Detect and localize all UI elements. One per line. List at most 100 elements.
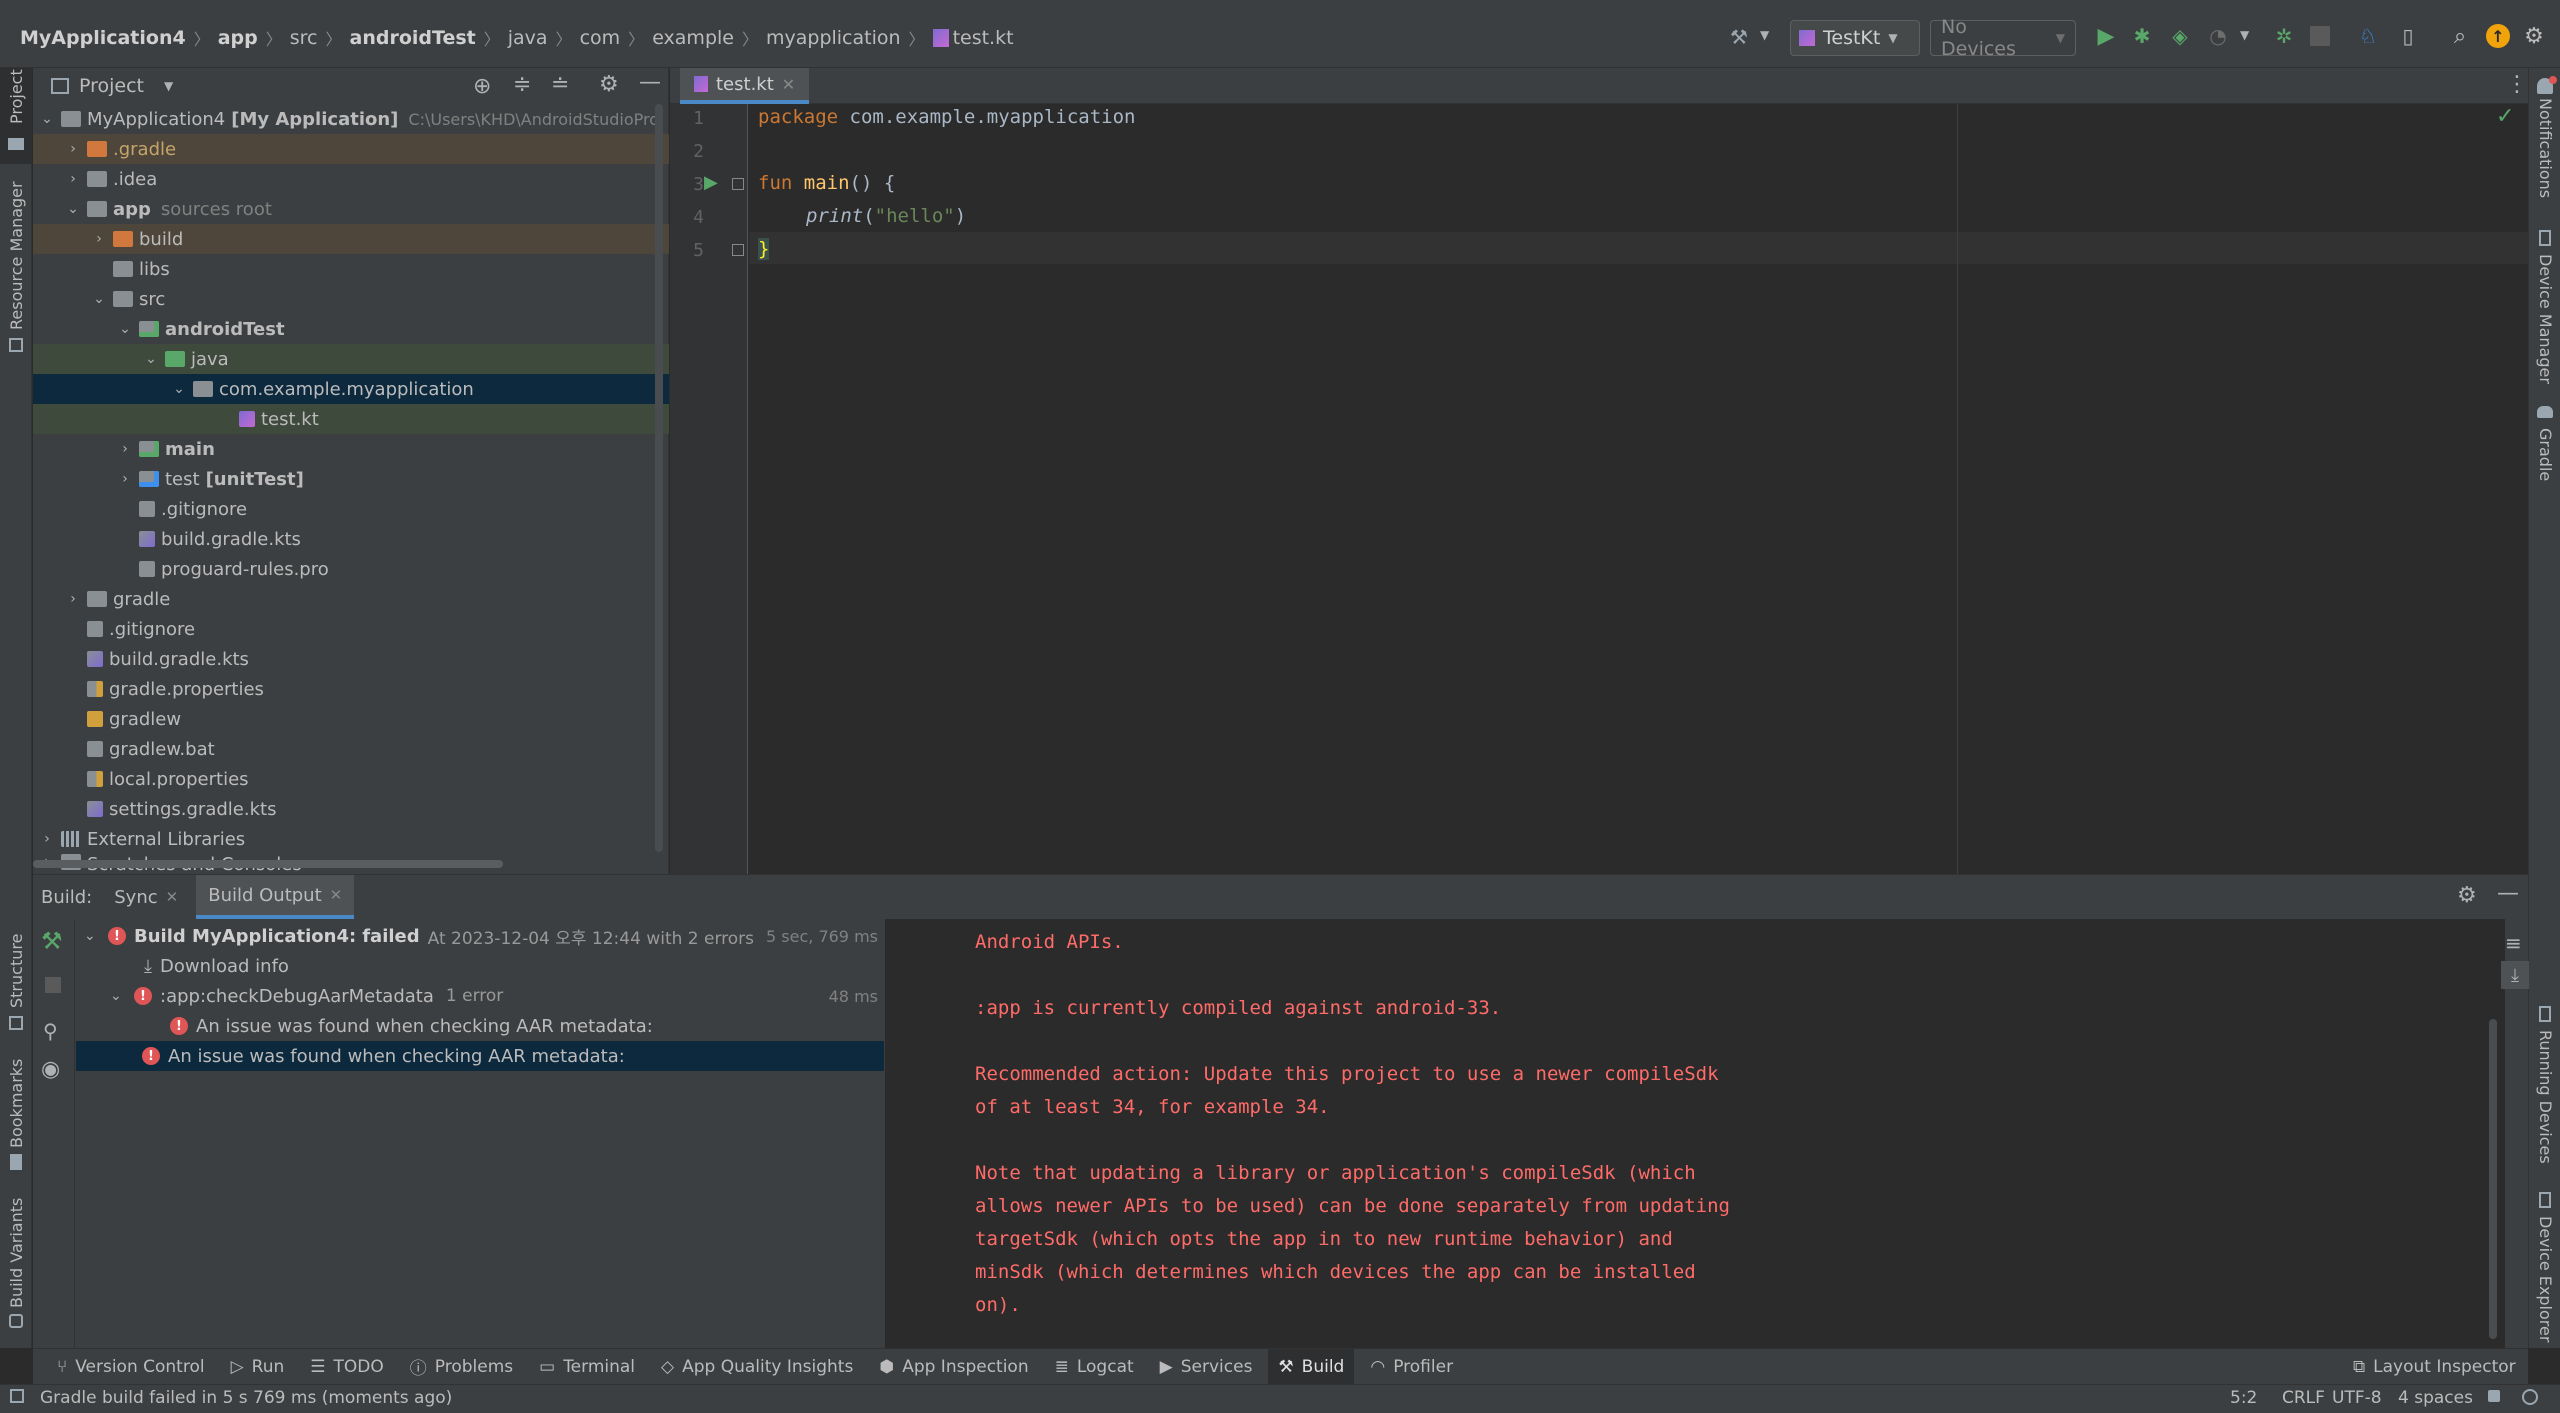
hide-panel-icon[interactable]: —	[639, 70, 661, 95]
device-manager-tool-label[interactable]: Device Manager	[2536, 254, 2555, 384]
chevron-down-icon[interactable]: ⌄	[65, 201, 81, 217]
file-encoding[interactable]: UTF-8	[2332, 1388, 2382, 1408]
build-task-node[interactable]: ⌄ ! :app:checkDebugAarMetadata 1 error 4…	[76, 981, 884, 1011]
breadcrumb-androidtest[interactable]: androidTest	[344, 27, 482, 49]
run-gutter-icon[interactable]: ▶	[704, 172, 718, 193]
more-options-icon[interactable]: ⋮	[2506, 72, 2528, 97]
tree-item-package[interactable]: ⌄ com.example.myapplication	[33, 374, 669, 404]
fold-icon[interactable]	[732, 244, 744, 256]
scroll-to-end-icon[interactable]: ⤓	[2501, 961, 2529, 989]
chevron-right-icon[interactable]: ›	[91, 231, 107, 247]
tree-item-gradle-properties[interactable]: gradle.properties	[33, 674, 669, 704]
status-message[interactable]: Gradle build failed in 5 s 769 ms (momen…	[40, 1388, 452, 1408]
tree-item-java[interactable]: ⌄ java	[33, 344, 669, 374]
device-manager-icon[interactable]: ▯	[2396, 24, 2420, 48]
breadcrumb-com[interactable]: com	[574, 27, 627, 49]
tree-item-proguard[interactable]: proguard-rules.pro	[33, 554, 669, 584]
chevron-right-icon[interactable]: ›	[65, 141, 81, 157]
caret-position[interactable]: 5:2	[2230, 1388, 2257, 1408]
chevron-right-icon[interactable]: ›	[39, 831, 55, 847]
tree-item-unittest[interactable]: › test [unitTest]	[33, 464, 669, 494]
indent-setting[interactable]: 4 spaces	[2398, 1388, 2473, 1408]
breadcrumb-myapplication[interactable]: myapplication	[760, 27, 907, 49]
chevron-down-icon[interactable]: ⌄	[84, 928, 100, 944]
breadcrumb-src[interactable]: src	[284, 27, 324, 49]
chevron-right-icon[interactable]: ›	[65, 591, 81, 607]
lock-icon[interactable]	[2488, 1390, 2500, 1402]
build-download-info[interactable]: ⤓ Download info	[76, 951, 884, 981]
stop-icon[interactable]	[45, 977, 61, 993]
horizontal-scrollbar[interactable]	[33, 860, 503, 868]
hide-panel-icon[interactable]: —	[2497, 881, 2519, 906]
build-console-output[interactable]: Android APIs. :app is currently compiled…	[885, 919, 2505, 1349]
settings-gear-icon[interactable]: ⚙	[2457, 883, 2477, 908]
chevron-down-icon[interactable]: ⌄	[91, 291, 107, 307]
build-issue-node[interactable]: ! An issue was found when checking AAR m…	[76, 1011, 884, 1041]
tree-item-idea[interactable]: › .idea	[33, 164, 669, 194]
tree-item-libs[interactable]: libs	[33, 254, 669, 284]
breadcrumb-app[interactable]: app	[212, 27, 264, 49]
chevron-right-icon[interactable]: ›	[117, 471, 133, 487]
tree-item-app[interactable]: ⌄ app sources root	[33, 194, 669, 224]
tree-item-settings-gradle[interactable]: settings.gradle.kts	[33, 794, 669, 824]
tool-tab-services[interactable]: ▶ Services	[1150, 1349, 1263, 1385]
line-separator[interactable]: CRLF	[2282, 1388, 2325, 1408]
chevron-down-icon[interactable]: ⌄	[143, 351, 159, 367]
tree-item-local-properties[interactable]: local.properties	[33, 764, 669, 794]
breadcrumb-java[interactable]: java	[502, 27, 554, 49]
tree-item-test-kt[interactable]: test.kt	[33, 404, 669, 434]
breadcrumb-file[interactable]: test.kt	[953, 27, 1020, 49]
locate-file-icon[interactable]: ⊕	[473, 74, 491, 99]
tree-root-project[interactable]: ⌄ MyApplication4 [My Application] C:\Use…	[33, 104, 669, 134]
stop-icon[interactable]	[2310, 26, 2330, 46]
expand-all-icon[interactable]: ≑	[513, 72, 531, 97]
chevron-down-icon[interactable]: ⌄	[110, 988, 126, 1004]
structure-tool-label[interactable]: Structure	[7, 934, 26, 1008]
tree-item-gradlew[interactable]: gradlew	[33, 704, 669, 734]
resource-manager-tool-label[interactable]: Resource Manager	[7, 181, 26, 330]
run-icon[interactable]: ▶	[2094, 24, 2118, 49]
tool-tab-run[interactable]: ▷ Run	[221, 1349, 295, 1385]
settings-gear-icon[interactable]: ⚙	[599, 72, 619, 97]
tree-item-external-libraries[interactable]: › External Libraries	[33, 824, 669, 854]
pin-icon[interactable]: ⚲	[43, 1019, 58, 1043]
soft-wrap-icon[interactable]: ≡	[2505, 931, 2522, 955]
tree-item-gradle-cache[interactable]: › .gradle	[33, 134, 669, 164]
tab-sync[interactable]: Sync ✕	[102, 875, 190, 919]
fold-icon[interactable]	[732, 178, 744, 190]
tool-tab-logcat[interactable]: ≣ Logcat	[1045, 1349, 1144, 1385]
tool-tab-terminal[interactable]: ▭ Terminal	[529, 1349, 645, 1385]
debug-icon[interactable]: ✱	[2130, 24, 2154, 48]
chevron-down-icon[interactable]: ▼	[164, 79, 173, 93]
tree-item-androidtest[interactable]: ⌄ androidTest	[33, 314, 669, 344]
tree-item-main[interactable]: › main	[33, 434, 669, 464]
tree-item-gradlew-bat[interactable]: gradlew.bat	[33, 734, 669, 764]
sync-gradle-icon[interactable]: ♘	[2356, 24, 2380, 48]
chevron-right-icon[interactable]: ›	[65, 171, 81, 187]
chevron-down-icon[interactable]: ▼	[2240, 28, 2249, 42]
tool-tab-todo[interactable]: ☰ TODO	[300, 1349, 394, 1385]
tool-tab-app-quality-insights[interactable]: ◇ App Quality Insights	[651, 1349, 863, 1385]
close-icon[interactable]: ✕	[330, 886, 343, 904]
breadcrumb-example[interactable]: example	[646, 27, 740, 49]
running-devices-tool-label[interactable]: Running Devices	[2536, 1030, 2555, 1164]
update-icon[interactable]: ↑	[2486, 24, 2510, 48]
attach-debugger-icon[interactable]: ✲	[2272, 24, 2296, 48]
gradle-tool-label[interactable]: Gradle	[2536, 428, 2555, 481]
chevron-down-icon[interactable]: ⌄	[39, 111, 55, 127]
tree-item-root-gitignore[interactable]: .gitignore	[33, 614, 669, 644]
device-select[interactable]: No Devices ▼	[1930, 16, 2076, 60]
settings-gear-icon[interactable]: ⚙	[2522, 24, 2546, 49]
eye-icon[interactable]: ◉	[41, 1057, 60, 1082]
build-variants-tool-label[interactable]: Build Variants	[7, 1198, 26, 1308]
memory-indicator-icon[interactable]	[2522, 1389, 2538, 1405]
chevron-right-icon[interactable]: ›	[117, 441, 133, 457]
tool-tab-app-inspection[interactable]: ⬢ App Inspection	[869, 1349, 1038, 1385]
hammer-build-icon[interactable]: ⚒	[1728, 25, 1750, 49]
chevron-down-icon[interactable]: ⌄	[117, 321, 133, 337]
project-view-label[interactable]: Project	[79, 75, 144, 97]
console-scrollbar[interactable]	[2489, 1019, 2497, 1339]
tree-item-build[interactable]: › build	[33, 224, 669, 254]
chevron-down-icon[interactable]: ▼	[1760, 28, 1769, 42]
run-configuration-select[interactable]: TestKt ▼	[1790, 20, 1920, 56]
